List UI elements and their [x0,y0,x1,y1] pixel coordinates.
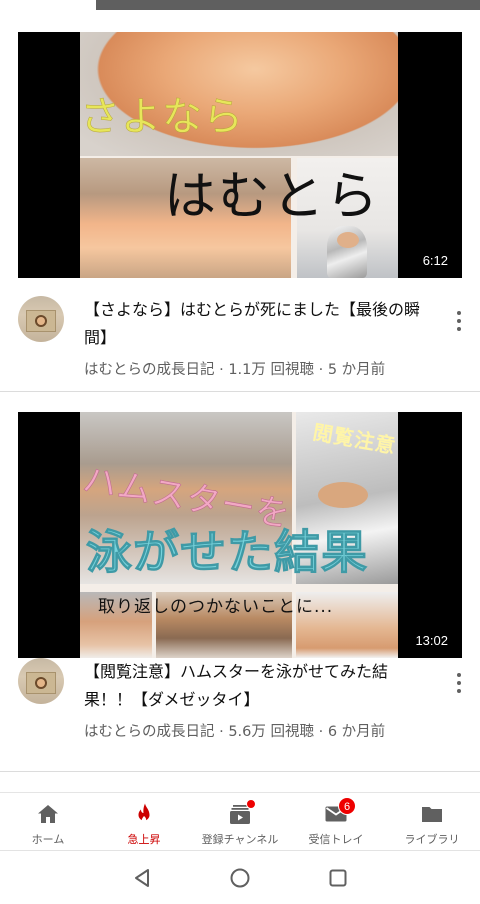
video-thumbnail[interactable]: さよなら はむとら 6:12 [18,32,462,278]
nav-label: ライブラリ [404,833,460,846]
video-thumbnail[interactable]: ハムスターを 泳がせた結果 取り返しのつかないことに... 閲覧注意 13:02 [18,412,462,658]
video-title[interactable]: 【さよなら】はむとらが死にました【最後の瞬間】 [84,296,428,352]
nav-subscriptions[interactable]: 登録チャンネル [192,793,288,848]
nav-label: 登録チャンネル [201,833,279,846]
nav-inbox[interactable]: 6 受信トレイ [288,793,384,848]
loading-progress-fill [0,0,96,10]
divider [0,771,480,772]
recents-icon[interactable] [327,867,349,889]
channel-avatar[interactable] [18,296,64,342]
hamster-shape [318,482,368,508]
video-metadata: はむとらの成長日記 · 1.1万 回視聴 · 5 か月前 [84,362,386,378]
loading-progress-bar [0,0,480,10]
nav-home[interactable]: ホーム [0,793,96,848]
video-duration: 6:12 [418,251,452,270]
back-icon[interactable] [131,867,153,889]
video-metadata: はむとらの成長日記 · 5.6万 回視聴 · 6 か月前 [84,724,386,740]
avatar-hamster-face [37,679,45,687]
video-feed: さよなら はむとら 6:12 【さよなら】はむとらが死にました【最後の瞬間】 は… [0,10,480,772]
video-title[interactable]: 【閲覧注意】ハムスターを泳がせてみた結果！！【ダメゼッタイ】 [84,658,428,714]
bottom-navigation: ホーム 急上昇 登録チャンネル 6 受信トレイ ライブラリ [0,792,480,848]
thumbnail-caption: はむとら [164,167,381,227]
new-content-dot [246,799,256,809]
video-duration: 13:02 [411,631,452,650]
notification-count-badge: 6 [338,797,356,815]
folder-icon [422,807,442,822]
nav-trending[interactable]: 急上昇 [96,793,192,848]
video-card[interactable]: さよなら はむとら 6:12 【さよなら】はむとらが死にました【最後の瞬間】 は… [0,10,480,392]
nav-label: ホーム [31,833,65,846]
thumbnail-caption: さよなら [80,94,244,141]
thumbnail-image: ハムスターを 泳がせた結果 取り返しのつかないことに... 閲覧注意 [79,412,398,658]
flame-icon [138,803,150,822]
thumbnail-caption: 取り返しのつかないことに... [98,597,334,617]
home-icon [38,805,58,823]
more-options-icon[interactable] [450,306,468,336]
home-circle-icon[interactable] [229,867,251,889]
thumbnail-image: さよなら はむとら [80,32,398,278]
channel-avatar[interactable] [18,658,64,704]
android-system-navigation [0,850,480,904]
nav-library[interactable]: ライブラリ [384,793,480,848]
hamster-face [337,232,359,248]
video-card[interactable]: ハムスターを 泳がせた結果 取り返しのつかないことに... 閲覧注意 13:02… [0,392,480,772]
more-options-icon[interactable] [450,668,468,698]
avatar-hamster-face [37,317,45,325]
thumbnail-caption: 泳がせた結果 [86,525,368,580]
nav-label: 受信トレイ [308,833,364,846]
nav-label: 急上昇 [127,833,161,846]
